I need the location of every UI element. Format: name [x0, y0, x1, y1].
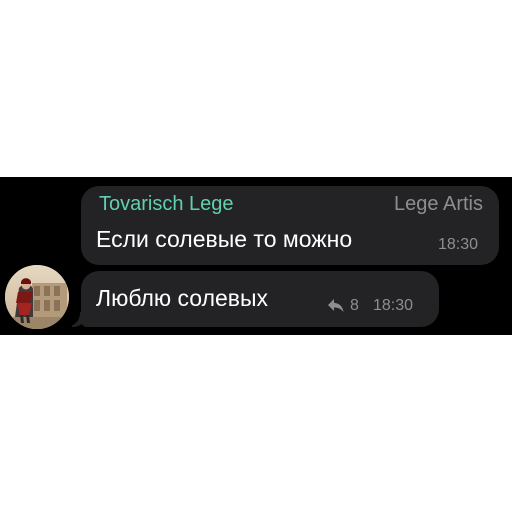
- sender-name[interactable]: Tovarisch Lege: [99, 193, 234, 216]
- avatar[interactable]: [5, 265, 69, 329]
- message-text: Если солевые то можно: [96, 226, 353, 252]
- avatar-image: [5, 265, 69, 329]
- sender-title: Lege Artis: [394, 193, 483, 215]
- reply-icon[interactable]: [327, 297, 345, 313]
- message-time: 18:30: [373, 297, 414, 314]
- reply-count: 8: [350, 297, 359, 314]
- message-text: Люблю солевых: [96, 285, 269, 311]
- message-time: 18:30: [438, 236, 479, 253]
